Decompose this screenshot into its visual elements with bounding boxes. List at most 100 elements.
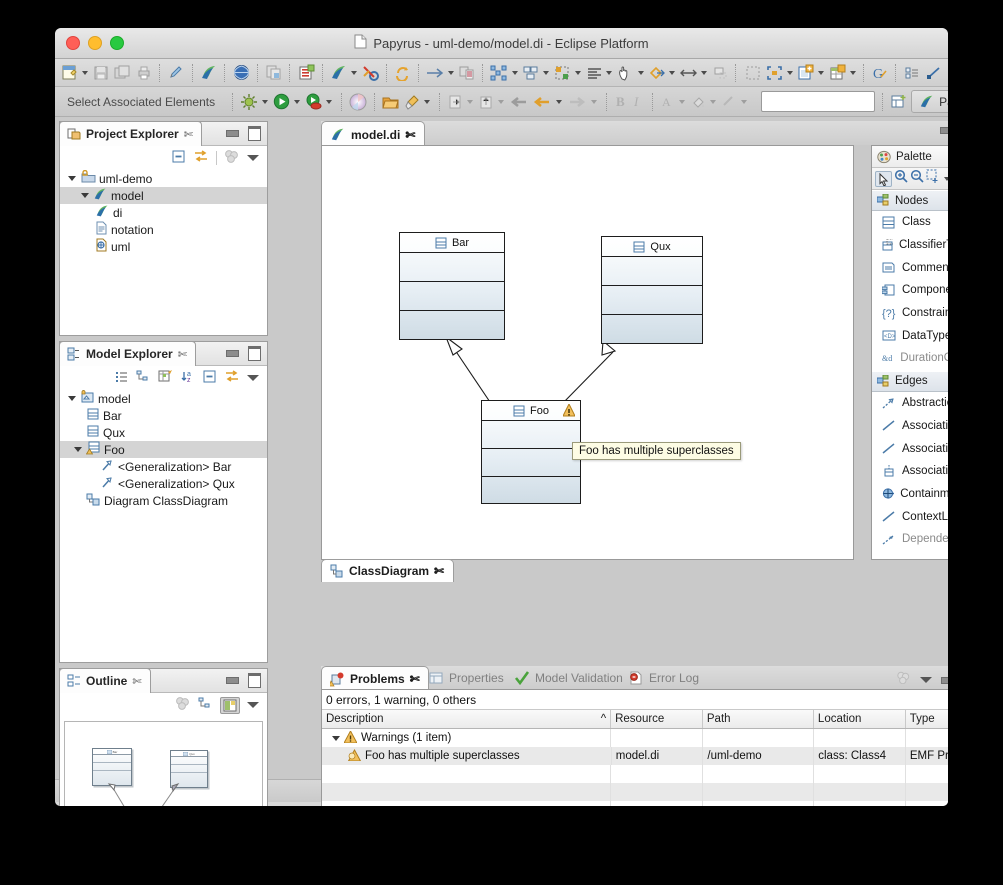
marquee-caret-icon[interactable] — [944, 176, 948, 181]
paint-brush-icon[interactable] — [403, 91, 420, 112]
twisty-icon[interactable] — [332, 735, 340, 741]
outline-tree-icon[interactable] — [902, 62, 923, 83]
run-icon[interactable] — [273, 91, 290, 112]
tree-item[interactable]: Diagram ClassDiagram — [60, 492, 267, 509]
open-folder-icon[interactable] — [382, 91, 400, 112]
twisty-icon[interactable] — [66, 176, 77, 181]
group-icon[interactable] — [521, 62, 542, 83]
run-caret[interactable] — [294, 99, 301, 104]
palette-group-edges[interactable]: Edges « — [872, 370, 948, 392]
palette-item-association-branch[interactable]: AssociationBr... — [872, 437, 948, 460]
arrange-caret[interactable] — [511, 70, 518, 75]
papyrus-model-icon[interactable] — [329, 62, 350, 83]
hand-caret[interactable] — [637, 70, 644, 75]
tree-item[interactable]: <Generalization> Bar — [60, 458, 267, 475]
class-node-foo[interactable]: Foo — [481, 400, 581, 504]
color-wheel-icon[interactable] — [349, 91, 367, 112]
link-with-editor-icon[interactable] — [224, 369, 240, 388]
outline-content[interactable]: Bar Qux — [60, 717, 267, 806]
column-header-type[interactable]: Type — [906, 710, 948, 728]
new-table-2-caret[interactable] — [849, 70, 856, 75]
project-explorer-tree[interactable]: uml-demo model di notation uml — [60, 169, 267, 255]
outline-tree-icon[interactable] — [198, 696, 213, 715]
tree-item[interactable]: Bar — [60, 407, 267, 424]
font-color-caret[interactable] — [679, 99, 686, 104]
align-text-caret[interactable] — [606, 70, 613, 75]
tree-item[interactable]: model — [60, 390, 267, 407]
view-menu-icon[interactable] — [920, 677, 932, 683]
secondary-toolbar[interactable]: Select Associated Elements B I A P — [55, 87, 948, 117]
fit-icon[interactable] — [764, 62, 785, 83]
delete-link-icon[interactable] — [360, 62, 381, 83]
view-menu-icon[interactable] — [247, 375, 259, 381]
debug-globe-icon[interactable] — [231, 62, 252, 83]
papyrus-icon[interactable] — [199, 62, 220, 83]
problems-table-header[interactable]: Description ^ Resource Path Location Typ… — [322, 709, 948, 729]
palette-item-context-link[interactable]: ContextLink — [872, 505, 948, 528]
link-with-editor-icon[interactable] — [193, 149, 209, 168]
view-bubbles-icon[interactable] — [896, 671, 911, 689]
line-tool-icon[interactable] — [924, 62, 945, 83]
sort-az-icon[interactable]: az — [181, 369, 195, 388]
view-menu-icon[interactable] — [247, 155, 259, 161]
palette-group-nodes[interactable]: Nodes « — [872, 190, 948, 211]
tab-project-explorer[interactable]: Project Explorer ✄ — [59, 121, 202, 146]
column-header-path[interactable]: Path — [703, 710, 814, 728]
tree-item[interactable]: model — [60, 187, 267, 204]
palette-item-component[interactable]: Component — [872, 279, 948, 302]
arrange-icon[interactable] — [489, 62, 510, 83]
tree-item[interactable]: Qux — [60, 424, 267, 441]
fill-color-caret[interactable] — [710, 99, 717, 104]
palette-item-classifier-template[interactable]: ClassifierTemp... — [872, 234, 948, 257]
new-table-2-icon[interactable] — [827, 62, 848, 83]
palette-item-association[interactable]: Association — [872, 415, 948, 438]
class-node-bar[interactable]: Bar — [399, 232, 505, 340]
column-header-resource[interactable]: Resource — [611, 710, 703, 728]
tab-model-di[interactable]: model.di ✄ — [321, 121, 426, 147]
new-dropdown-caret[interactable] — [81, 70, 88, 75]
view-menu-icon[interactable] — [247, 702, 259, 708]
zoom-out-icon[interactable] — [910, 169, 924, 188]
refresh-icon[interactable] — [393, 62, 414, 83]
tree-item[interactable]: di — [60, 204, 267, 221]
tab-properties[interactable]: Properties — [421, 666, 512, 690]
back-caret[interactable] — [556, 99, 563, 104]
table-row[interactable]: Warnings (1 item) — [322, 729, 948, 747]
minimize-icon[interactable] — [940, 127, 948, 134]
editor-window-buttons[interactable] — [940, 127, 948, 142]
search-input[interactable] — [761, 91, 876, 112]
hierarchy-icon[interactable] — [136, 369, 151, 388]
palette-item-datatype[interactable]: <D> DataType — [872, 324, 948, 347]
minimize-window-button[interactable] — [88, 36, 102, 50]
open-perspective-icon[interactable] — [890, 91, 908, 112]
close-icon[interactable]: ✄ — [132, 675, 141, 688]
twisty-icon[interactable] — [72, 447, 83, 452]
minimize-icon[interactable] — [226, 677, 239, 684]
problems-item-cell[interactable]: Foo has multiple superclasses — [322, 747, 612, 765]
class-attributes-compartment[interactable] — [602, 257, 702, 286]
outline-thumbnail-icon[interactable] — [220, 696, 240, 714]
import-caret[interactable] — [467, 99, 474, 104]
outline-window-buttons[interactable] — [226, 673, 261, 688]
tab-error-log[interactable]: Error Log — [621, 666, 707, 690]
fit-caret[interactable] — [786, 70, 793, 75]
palette-item-dependency[interactable]: Dependency — [872, 528, 948, 551]
line-color-caret[interactable] — [741, 99, 748, 104]
close-icon[interactable]: ✄ — [434, 564, 444, 578]
palette-item-association-class[interactable]: AssociationCl... — [872, 460, 948, 483]
debug-caret[interactable] — [262, 99, 269, 104]
close-icon[interactable]: ✄ — [184, 128, 193, 141]
project-explorer-window-buttons[interactable] — [226, 126, 261, 141]
twisty-icon[interactable] — [79, 193, 90, 198]
align-nodes-icon[interactable] — [552, 62, 573, 83]
tab-model-explorer[interactable]: Model Explorer ✄ — [59, 341, 196, 366]
maximize-window-button[interactable] — [110, 36, 124, 50]
palette-item-abstraction[interactable]: Abstraction — [872, 392, 948, 415]
outline-thumbnail-canvas[interactable]: Bar Qux — [64, 721, 263, 806]
close-icon[interactable]: ✄ — [178, 348, 187, 361]
list-icon[interactable] — [114, 369, 129, 388]
palette-item-constraint[interactable]: {?} Constraint — [872, 302, 948, 325]
new-diagram-caret[interactable] — [818, 70, 825, 75]
new-icon[interactable] — [59, 62, 80, 83]
model-explorer-window-buttons[interactable] — [226, 346, 261, 361]
